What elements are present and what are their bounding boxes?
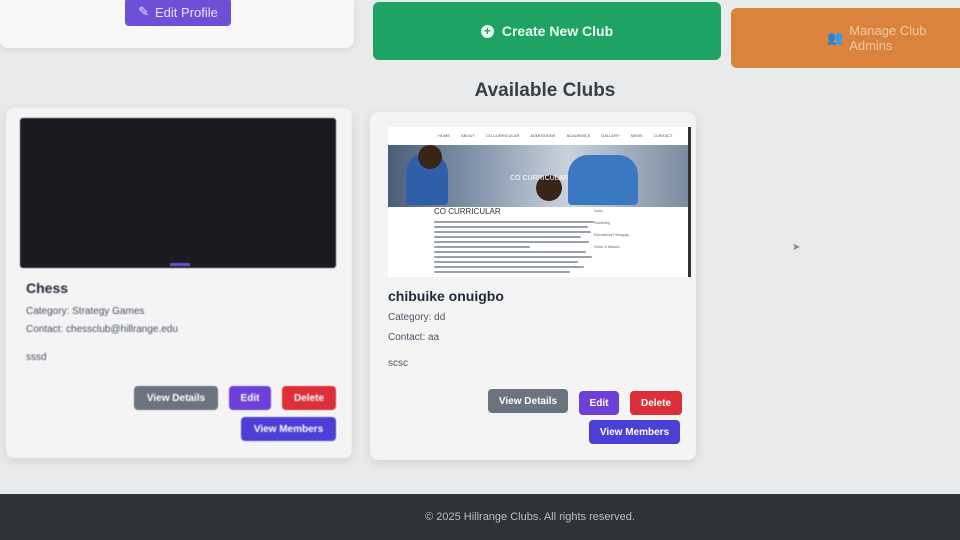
thumbnail-hero-image: CO CURRICULAR bbox=[388, 145, 688, 207]
create-club-button[interactable]: + Create New Club bbox=[373, 2, 721, 60]
mouse-cursor-icon: ➤ bbox=[792, 242, 801, 253]
edit-profile-label: Edit Profile bbox=[155, 4, 218, 20]
footer: © 2025 Hillrange Clubs. All rights reser… bbox=[0, 494, 960, 540]
users-icon: 👥 bbox=[827, 30, 844, 45]
edit-icon: ✎ bbox=[138, 4, 150, 19]
delete-button[interactable]: Delete bbox=[630, 391, 682, 415]
thumbnail-nav: HOME ABOUT CO-CURRICULAR ADMISSIONS ACAD… bbox=[438, 132, 673, 138]
manage-label: Manage Club Admins bbox=[849, 23, 927, 53]
edit-button[interactable]: Edit bbox=[579, 391, 619, 415]
club-description: sssd bbox=[26, 352, 47, 363]
edit-profile-button[interactable]: ✎ Edit Profile bbox=[125, 0, 231, 26]
page-title: Available Clubs bbox=[474, 80, 616, 101]
create-club-label: Create New Club bbox=[501, 23, 614, 39]
profile-card: ✎ Edit Profile bbox=[0, 0, 354, 48]
club-name: chibuike onuigbo bbox=[388, 288, 504, 304]
club-card: HOME ABOUT CO-CURRICULAR ADMISSIONS ACAD… bbox=[370, 112, 696, 460]
delete-button[interactable]: Delete bbox=[282, 386, 336, 410]
manage-club-admins-button[interactable]: 👥 Manage Club Admins bbox=[731, 8, 960, 68]
club-thumbnail: HOME ABOUT CO-CURRICULAR ADMISSIONS ACAD… bbox=[388, 127, 691, 277]
edit-button[interactable]: Edit bbox=[229, 386, 271, 410]
footer-copyright: © 2025 Hillrange Clubs. All rights reser… bbox=[425, 511, 635, 523]
club-category: Category: Strategy Games bbox=[26, 306, 145, 317]
view-details-button[interactable]: View Details bbox=[134, 386, 218, 410]
thumbnail-sidebar: Clubs Swimming Educational Pedagogy Visi… bbox=[594, 209, 630, 249]
view-details-button[interactable]: View Details bbox=[488, 389, 568, 413]
club-contact: Contact: chessclub@hillrange.edu bbox=[26, 324, 178, 335]
club-contact: Contact: aa bbox=[388, 332, 440, 343]
thumbnail-hero-title: CO CURRICULAR bbox=[510, 175, 569, 182]
view-members-button[interactable]: View Members bbox=[589, 420, 680, 444]
thumbnail-heading: CO CURRICULAR bbox=[434, 207, 501, 216]
club-name: Chess bbox=[26, 280, 69, 296]
plus-circle-icon: + bbox=[480, 24, 494, 38]
view-members-button[interactable]: View Members bbox=[241, 417, 336, 441]
club-thumbnail bbox=[20, 118, 336, 268]
thumbnail-text bbox=[434, 221, 594, 276]
club-category: Category: dd bbox=[388, 312, 446, 323]
club-description: scsc bbox=[388, 358, 408, 369]
club-card: Chess Category: Strategy Games Contact: … bbox=[6, 108, 352, 458]
